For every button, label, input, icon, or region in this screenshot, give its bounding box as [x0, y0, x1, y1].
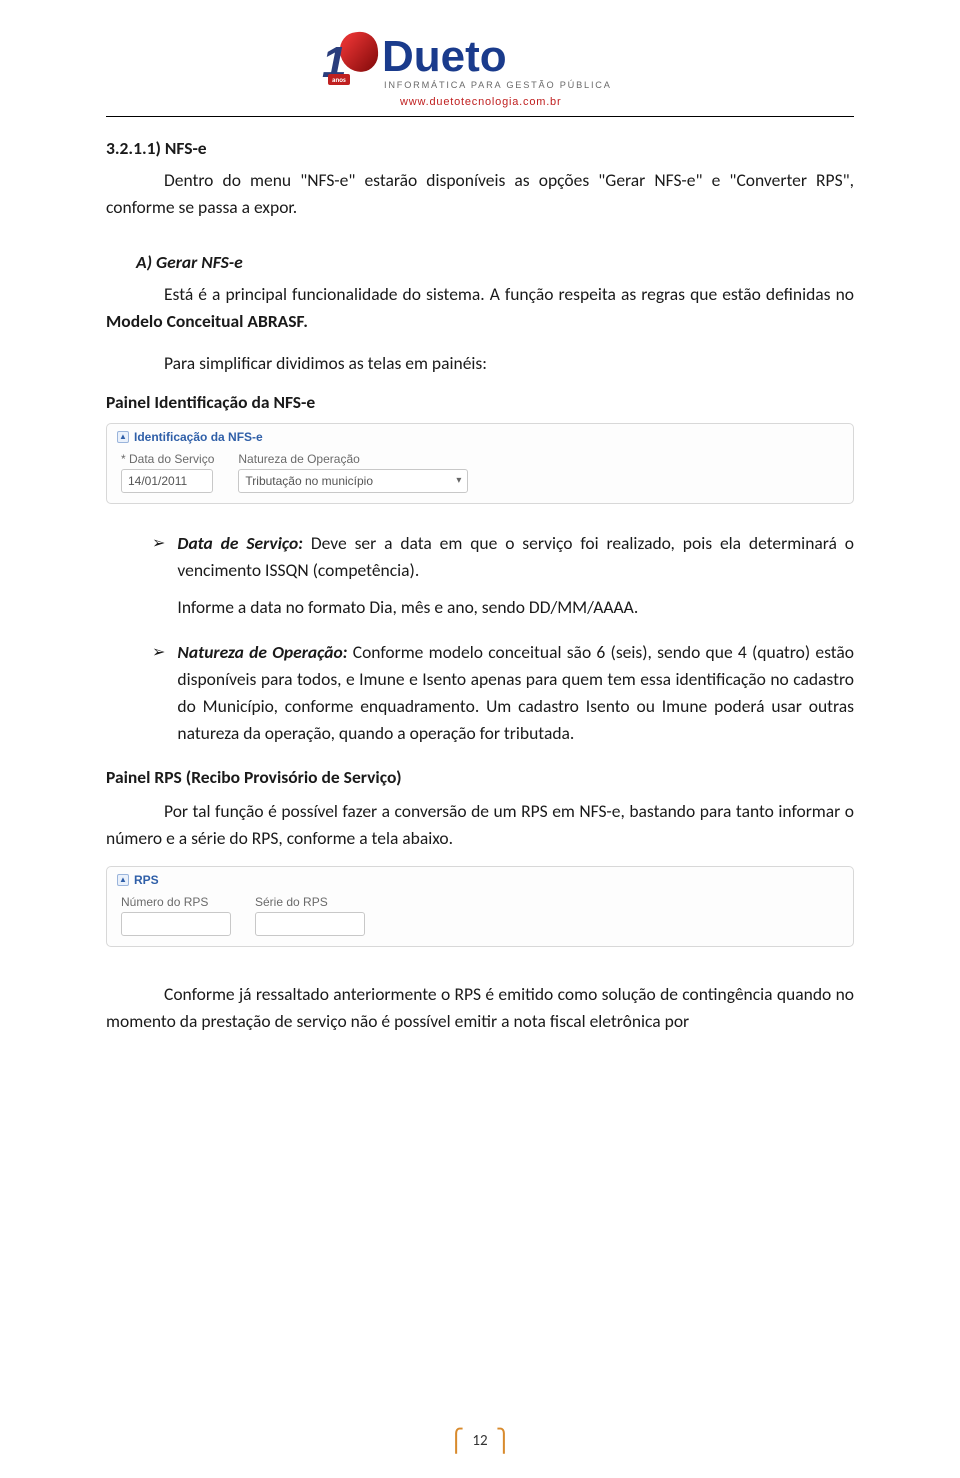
- page-number: ⎧ 12 ⎫: [448, 1428, 512, 1454]
- paragraph-final: Conforme já ressaltado anteriormente o R…: [106, 981, 854, 1035]
- logo-tagline: INFORMÁTICA PARA GESTÃO PÚBLICA: [384, 80, 612, 90]
- logo-anos: anos: [328, 74, 350, 85]
- collapse-icon[interactable]: ▲: [117, 874, 129, 886]
- bullet-arrow-icon: ➢: [152, 639, 165, 758]
- subsection-a-heading: A) Gerar NFS-e: [136, 251, 854, 273]
- chevron-down-icon: ▾: [456, 475, 461, 486]
- paragraph-rps: Por tal função é possível fazer a conver…: [106, 798, 854, 852]
- panel-title-text: RPS: [134, 873, 159, 887]
- header-logo: 1 anos Dueto INFORMÁTICA PARA GESTÃO PÚB…: [106, 30, 854, 110]
- field-label-serie-rps: Série do RPS: [255, 895, 365, 909]
- panel1-heading: Painel Identificação da NFS-e: [106, 391, 854, 413]
- panel-title-text: Identificação da NFS-e: [134, 430, 263, 444]
- logo-url: www.duetotecnologia.com.br: [400, 96, 561, 108]
- field-label-natureza: Natureza de Operação: [238, 452, 468, 466]
- select-natureza-operacao[interactable]: Tributação no município ▾: [238, 469, 468, 493]
- logo-word: Dueto: [382, 32, 507, 82]
- input-numero-rps[interactable]: [121, 912, 231, 936]
- bullet-arrow-icon: ➢: [152, 530, 165, 631]
- input-data-servico[interactable]: 14/01/2011: [121, 469, 213, 493]
- bullet-natureza-operacao: ➢ Natureza de Operação: Conforme modelo …: [152, 639, 854, 758]
- paragraph-a2: Para simplificar dividimos as telas em p…: [106, 350, 854, 377]
- screenshot-panel-rps: ▲ RPS Número do RPS Série do RPS: [106, 866, 854, 947]
- header-rule: [106, 116, 854, 117]
- section-heading: 3.2.1.1) NFS-e: [106, 137, 854, 159]
- collapse-icon[interactable]: ▲: [117, 431, 129, 443]
- bullet-data-servico: ➢ Data de Serviço: Deve ser a data em qu…: [152, 530, 854, 631]
- logo: 1 anos Dueto INFORMÁTICA PARA GESTÃO PÚB…: [310, 30, 650, 110]
- input-serie-rps[interactable]: [255, 912, 365, 936]
- field-label-data-servico: * Data do Serviço: [121, 452, 214, 466]
- intro-paragraph: Dentro do menu "NFS-e" estarão disponíve…: [106, 167, 854, 221]
- paragraph-a1: Está é a principal funcionalidade do sis…: [106, 281, 854, 335]
- screenshot-panel-identificacao: ▲ Identificação da NFS-e * Data do Servi…: [106, 423, 854, 504]
- panel2-heading: Painel RPS (Recibo Provisório de Serviço…: [106, 766, 854, 788]
- field-label-numero-rps: Número do RPS: [121, 895, 231, 909]
